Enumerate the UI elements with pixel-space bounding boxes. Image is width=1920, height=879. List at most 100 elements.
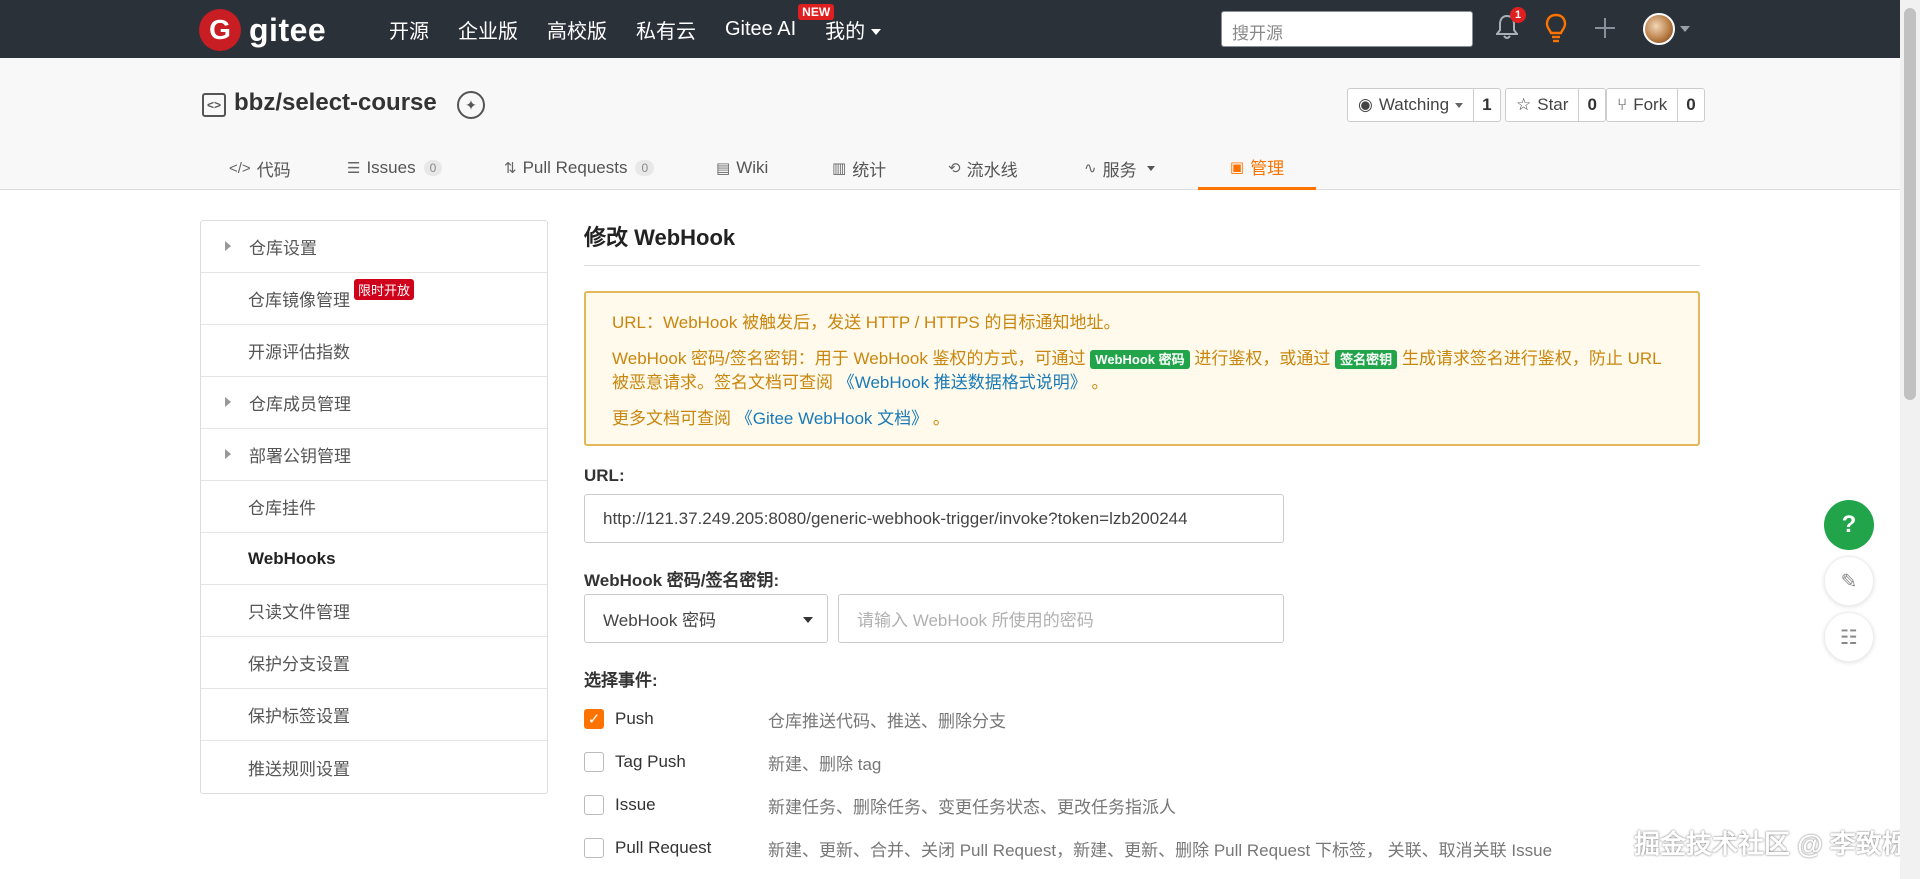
nav-mine-label: 我的	[825, 20, 866, 43]
search-input[interactable]: 搜开源	[1221, 11, 1473, 47]
event-desc: 新建任务、删除任务、变更任务状态、更改任务指派人	[768, 797, 1176, 817]
tab-code[interactable]: </> 代码	[215, 146, 305, 190]
webhook-format-doc-link[interactable]: 《WebHook 推送数据格式说明》	[838, 373, 1087, 392]
code-icon: </>	[229, 159, 251, 177]
nav-enterprise[interactable]: 企业版	[458, 15, 518, 44]
event-name: Tag Push	[615, 752, 686, 771]
issue-checkbox[interactable]	[584, 795, 604, 815]
sidebar-item-label: WebHooks	[248, 548, 336, 568]
sidebar-item-deploy-keys[interactable]: 部署公钥管理	[201, 429, 547, 481]
tag-push-checkbox[interactable]	[584, 752, 604, 772]
chevron-down-icon	[1455, 102, 1464, 108]
plus-icon[interactable]	[1594, 17, 1616, 44]
wiki-icon: ▤	[716, 160, 731, 177]
sidebar-item-repo-settings[interactable]: 仓库设置	[201, 221, 547, 273]
watch-label: Watching	[1378, 95, 1450, 114]
event-row-push: ✓ Push 仓库推送代码、推送、删除分支	[584, 706, 1006, 732]
nav-open-source[interactable]: 开源	[389, 15, 429, 44]
issues-icon: ☰	[347, 160, 361, 177]
sidebar-item-label: 只读文件管理	[248, 603, 350, 622]
url-input[interactable]: http://121.37.249.205:8080/generic-webho…	[584, 494, 1284, 543]
avatar-chevron-down-icon[interactable]	[1680, 26, 1690, 32]
fork-count[interactable]: 0	[1678, 89, 1703, 121]
manage-icon: ▣	[1229, 158, 1245, 176]
caret-right-icon	[225, 449, 231, 459]
push-checkbox[interactable]: ✓	[584, 709, 604, 729]
bell-icon[interactable]: 1	[1495, 7, 1526, 45]
tab-service-label: 服务	[1102, 160, 1137, 180]
user-avatar[interactable]	[1643, 13, 1675, 45]
caret-right-icon	[225, 397, 231, 407]
sidebar-item-readonly-files[interactable]: 只读文件管理	[201, 585, 547, 637]
notice-secret-line: WebHook 密码/签名密钥：用于 WebHook 鉴权的方式，可通过 Web…	[612, 347, 1672, 395]
tab-issues[interactable]: ☰ Issues 0	[333, 146, 456, 190]
fork-button-main[interactable]: ⑂ Fork	[1607, 89, 1679, 121]
secret-password-input[interactable]: 请输入 WebHook 所使用的密码	[838, 594, 1284, 643]
nav-mine[interactable]: 我的	[825, 15, 882, 44]
pr-icon: ⇅	[504, 160, 517, 177]
notice-url-line: URL：WebHook 被触发后，发送 HTTP / HTTPS 的目标通知地址…	[612, 313, 1121, 332]
tab-pr-label: Pull Requests	[522, 158, 628, 177]
lightbulb-icon[interactable]	[1544, 13, 1568, 48]
sidebar-item-mirror[interactable]: 仓库镜像管理 限时开放	[201, 273, 547, 325]
tab-wiki[interactable]: ▤ Wiki	[702, 146, 782, 190]
tab-manage[interactable]: ▣ 管理	[1198, 146, 1316, 190]
notice-docs-line: 更多文档可查阅 《Gitee WebHook 文档》 。	[612, 407, 1672, 431]
notice-text: 。	[932, 409, 950, 428]
feedback-edit-icon[interactable]: ✎	[1824, 556, 1874, 606]
scrollbar-thumb[interactable]	[1904, 8, 1916, 400]
nav-gitee-ai[interactable]: Gitee AI NEW	[725, 3, 835, 41]
chat-icon[interactable]: ☷	[1824, 612, 1874, 662]
issues-count: 0	[423, 160, 443, 176]
sidebar-item-members[interactable]: 仓库成员管理	[201, 377, 547, 429]
secret-type-select[interactable]: WebHook 密码	[584, 594, 828, 643]
sidebar-item-label: 仓库挂件	[248, 499, 316, 518]
event-name: Push	[615, 709, 654, 728]
watch-count[interactable]: 1	[1474, 89, 1499, 121]
watermark: 掘金技术社区 @ 李致栎	[1634, 829, 1908, 859]
event-row-pull-request: Pull Request 新建、更新、合并、关闭 Pull Request，新建…	[584, 835, 1552, 861]
notice-text: 进行鉴权，或通过	[1194, 349, 1331, 368]
notice-text: 更多文档可查阅	[612, 409, 731, 428]
webhook-notice: URL：WebHook 被触发后，发送 HTTP / HTTPS 的目标通知地址…	[584, 291, 1700, 446]
sidebar-item-label: 推送规则设置	[248, 759, 350, 779]
tab-pull-requests[interactable]: ⇅ Pull Requests 0	[490, 146, 668, 190]
sidebar-item-webhooks[interactable]: WebHooks	[201, 533, 547, 585]
settings-sidebar: 仓库设置 仓库镜像管理 限时开放 开源评估指数 仓库成员管理 部署公钥管理 仓库…	[200, 220, 548, 794]
tab-service[interactable]: ∿ 服务	[1070, 146, 1169, 190]
tab-stats-label: 统计	[852, 160, 887, 180]
tag-webhook-password: WebHook 密码	[1090, 350, 1190, 369]
sidebar-item-label: 保护标签设置	[248, 707, 350, 726]
pull-request-checkbox[interactable]	[584, 838, 604, 858]
watch-button-main[interactable]: ◉ Watching	[1348, 89, 1475, 121]
sidebar-item-protected-branches[interactable]: 保护分支设置	[201, 637, 547, 689]
help-button[interactable]: ?	[1824, 500, 1874, 550]
sidebar-item-push-rules[interactable]: 推送规则设置	[201, 741, 547, 793]
watch-button[interactable]: ◉ Watching 1	[1347, 88, 1501, 122]
repo-badge-icon[interactable]: ✦	[457, 91, 485, 119]
tab-stats[interactable]: ▥ 统计	[818, 146, 900, 190]
tab-pipeline[interactable]: ⟲ 流水线	[934, 146, 1032, 190]
sidebar-item-widgets[interactable]: 仓库挂件	[201, 481, 547, 533]
sidebar-item-oss-index[interactable]: 开源评估指数	[201, 325, 547, 377]
star-button[interactable]: ☆ Star 0	[1505, 88, 1606, 122]
service-icon: ∿	[1084, 160, 1097, 177]
nav-edu[interactable]: 高校版	[547, 15, 607, 44]
secret-type-value: WebHook 密码	[603, 611, 717, 630]
gitee-logo-mark: G	[199, 9, 241, 51]
repo-header: <> bbz/select-course ✦ ◉ Watching 1 ☆ St…	[0, 58, 1900, 190]
repo-code-icon: <>	[202, 93, 226, 117]
page-scrollbar[interactable]	[1900, 0, 1920, 879]
star-count[interactable]: 0	[1579, 89, 1604, 121]
repo-title[interactable]: bbz/select-course	[234, 89, 437, 117]
nav-private-cloud[interactable]: 私有云	[636, 15, 696, 44]
fork-button[interactable]: ⑂ Fork 0	[1606, 88, 1705, 122]
chevron-down-icon	[1146, 165, 1155, 171]
event-desc: 新建、删除 tag	[768, 754, 882, 774]
gitee-webhook-doc-link[interactable]: 《Gitee WebHook 文档》	[736, 409, 928, 428]
notice-text: 。	[1091, 373, 1109, 392]
sidebar-item-protected-tags[interactable]: 保护标签设置	[201, 689, 547, 741]
star-button-main[interactable]: ☆ Star	[1506, 89, 1580, 121]
gitee-logo[interactable]: G gitee	[199, 9, 326, 51]
pr-count: 0	[635, 160, 655, 176]
